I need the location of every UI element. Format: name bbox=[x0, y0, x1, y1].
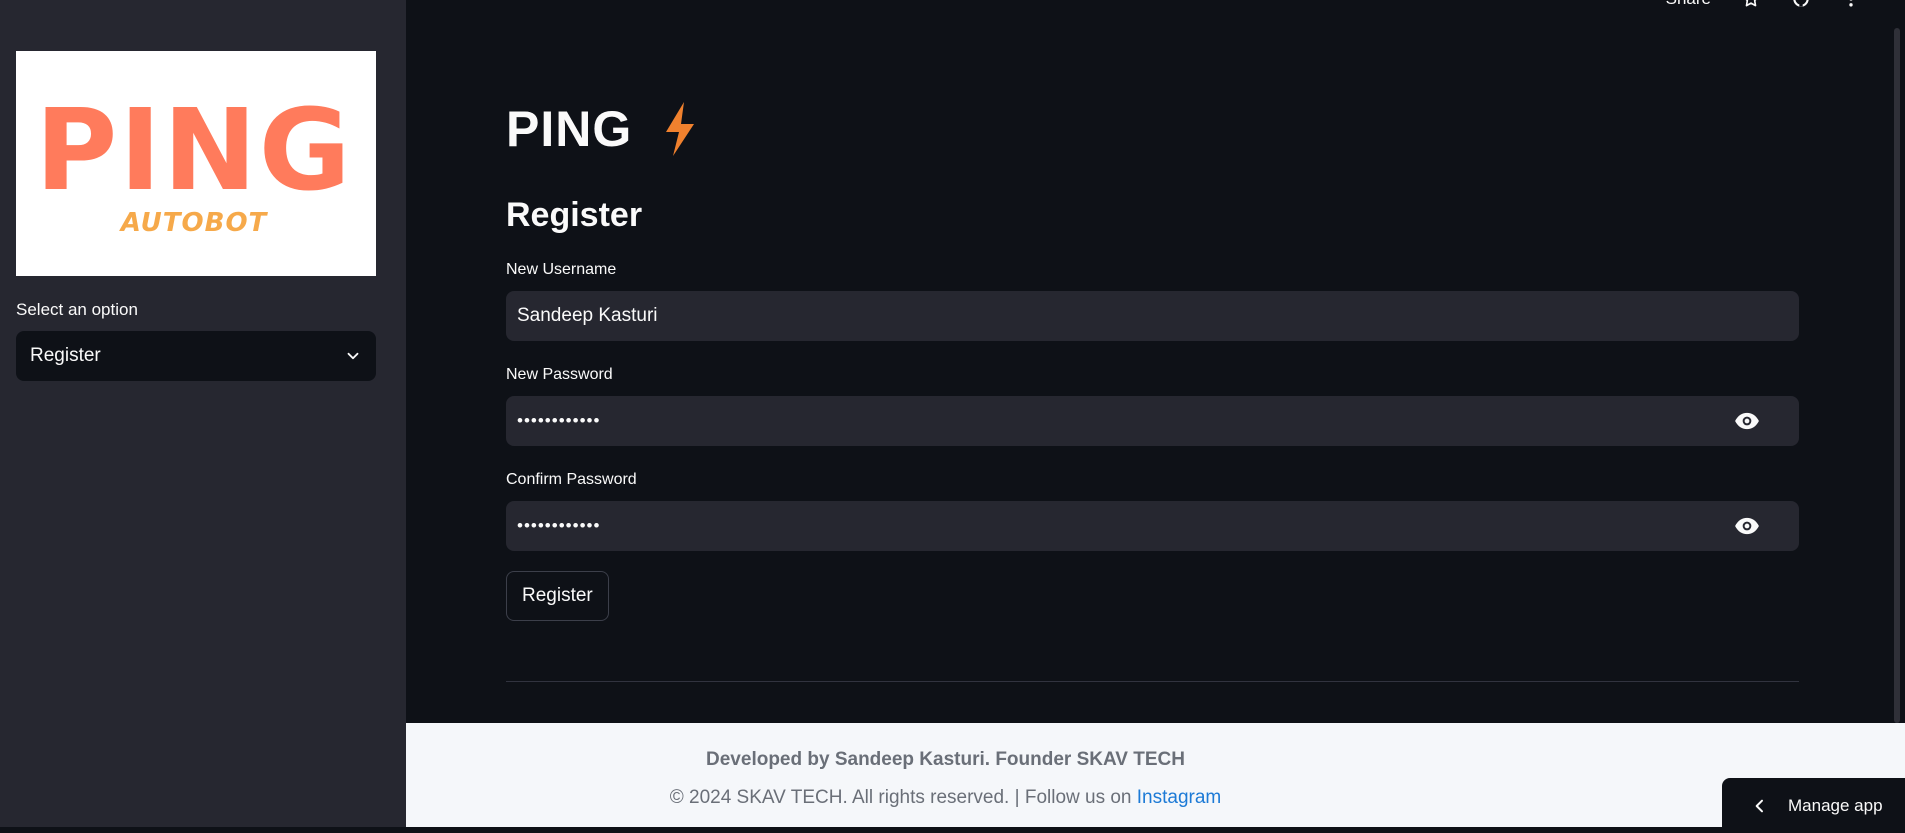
new-password-input[interactable]: •••••••••••• bbox=[506, 396, 1799, 446]
lightning-bolt-icon bbox=[666, 102, 695, 156]
share-button[interactable]: Share bbox=[1666, 0, 1711, 9]
sidebar: PING AUTOBOT Select an option Register bbox=[0, 0, 406, 827]
username-value: Sandeep Kasturi bbox=[517, 305, 658, 326]
eye-icon[interactable] bbox=[1734, 513, 1760, 539]
logo: PING AUTOBOT bbox=[16, 51, 376, 276]
chevron-left-icon bbox=[1755, 799, 1763, 812]
chevron-down-icon bbox=[347, 352, 359, 360]
logo-title: PING bbox=[35, 86, 352, 216]
option-select-value: Register bbox=[30, 345, 101, 366]
app-title-text: PING bbox=[506, 101, 633, 157]
confirm-password-value: •••••••••••• bbox=[517, 516, 601, 535]
section-title: Register bbox=[506, 196, 643, 234]
manage-app-label: Manage app bbox=[1788, 795, 1883, 815]
footer-copyright: © 2024 SKAV TECH. All rights reserved. |… bbox=[406, 787, 1485, 809]
option-select[interactable]: Register bbox=[16, 331, 376, 381]
app-title: PING bbox=[506, 100, 700, 158]
top-toolbar: Share bbox=[1666, 0, 1861, 12]
confirm-password-label: Confirm Password bbox=[506, 471, 637, 488]
new-password-value: •••••••••••• bbox=[517, 411, 601, 430]
instagram-link[interactable]: Instagram bbox=[1137, 787, 1221, 808]
star-icon[interactable] bbox=[1741, 0, 1761, 9]
username-label: New Username bbox=[506, 261, 617, 278]
manage-app-button[interactable]: Manage app bbox=[1722, 778, 1905, 833]
scrollbar[interactable] bbox=[1894, 28, 1900, 723]
select-label: Select an option bbox=[16, 300, 138, 319]
logo-subtitle: AUTOBOT bbox=[119, 208, 269, 238]
footer: Developed by Sandeep Kasturi. Founder SK… bbox=[406, 723, 1905, 827]
footer-copyright-text: © 2024 SKAV TECH. All rights reserved. |… bbox=[669, 787, 1137, 808]
confirm-password-input[interactable]: •••••••••••• bbox=[506, 501, 1799, 551]
username-input[interactable]: Sandeep Kasturi bbox=[506, 291, 1799, 341]
github-icon[interactable] bbox=[1791, 0, 1811, 9]
eye-icon[interactable] bbox=[1734, 408, 1760, 434]
footer-credit: Developed by Sandeep Kasturi. Founder SK… bbox=[706, 749, 1185, 770]
new-password-label: New Password bbox=[506, 366, 613, 383]
divider bbox=[506, 681, 1799, 682]
register-button[interactable]: Register bbox=[506, 571, 609, 621]
more-vertical-icon[interactable] bbox=[1841, 0, 1861, 9]
